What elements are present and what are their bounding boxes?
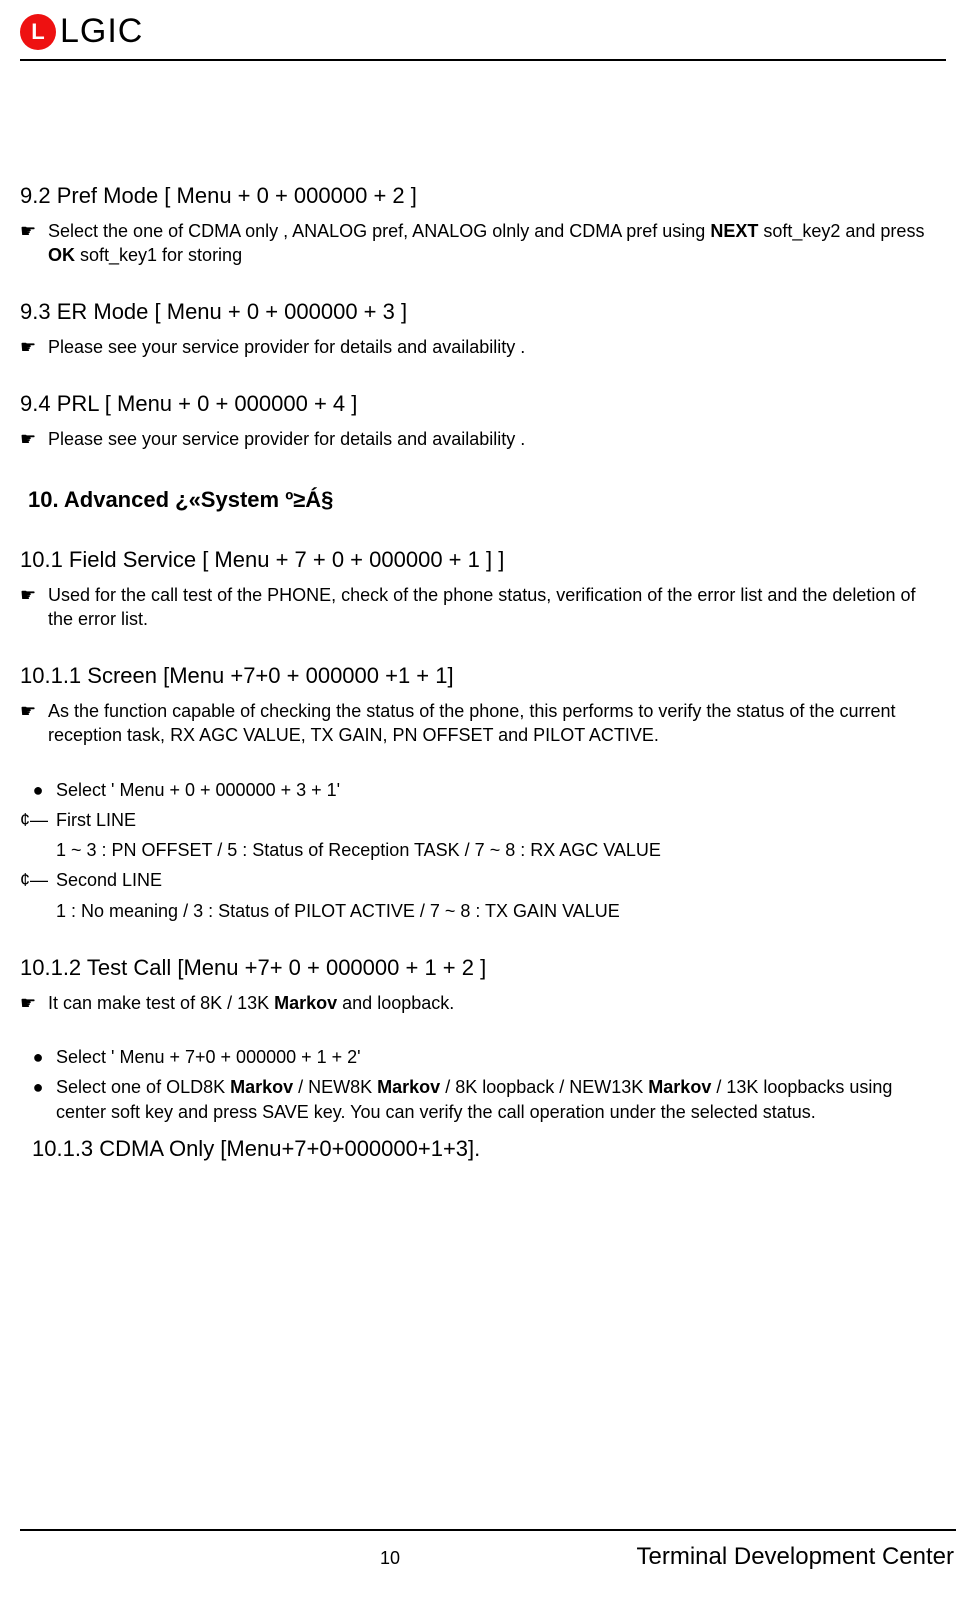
- text: / 8K loopback / NEW13K: [440, 1077, 648, 1097]
- section-10-1-1-line2-label: ¢— Second LINE: [20, 868, 936, 892]
- disc-bullet-icon: ●: [20, 1075, 56, 1099]
- section-10-1-1-bullet1: ● Select ' Menu + 0 + 000000 + 3 + 1': [20, 778, 936, 802]
- hand-bullet-icon: ☛: [20, 427, 48, 451]
- bullet-text: Select ' Menu + 7+0 + 000000 + 1 + 2': [56, 1045, 936, 1069]
- document-footer: 10 Terminal Development Center: [20, 1529, 956, 1571]
- hand-bullet-icon: ☛: [20, 583, 48, 607]
- section-10-1-title: 10.1 Field Service [ Menu + 7 + 0 + 0000…: [20, 545, 936, 575]
- bold-ok: OK: [48, 245, 75, 265]
- brand-text: LGIC: [60, 12, 143, 51]
- text: soft_key2 and press: [758, 221, 924, 241]
- section-10-1-2-bullet2: ● Select one of OLD8K Markov / NEW8K Mar…: [20, 1075, 936, 1124]
- section-9-4-item: ☛ Please see your service provider for d…: [20, 427, 936, 451]
- bold-next: NEXT: [710, 221, 758, 241]
- line1-label: First LINE: [56, 808, 936, 832]
- disc-bullet-icon: ●: [20, 1045, 56, 1069]
- lg-logo-icon: L: [20, 14, 56, 50]
- footer-divider: [20, 1529, 956, 1531]
- text: Select one of OLD8K: [56, 1077, 230, 1097]
- text: soft_key1 for storing: [75, 245, 242, 265]
- brace-bullet-icon: ¢—: [20, 868, 56, 892]
- document-header: L LGIC: [20, 12, 946, 51]
- section-9-2-title: 9.2 Pref Mode [ Menu + 0 + 000000 + 2 ]: [20, 181, 936, 211]
- text: Select the one of CDMA only , ANALOG pre…: [48, 221, 710, 241]
- section-10-1-item: ☛ Used for the call test of the PHONE, c…: [20, 583, 936, 632]
- section-9-4-title: 9.4 PRL [ Menu + 0 + 000000 + 4 ]: [20, 389, 936, 419]
- brace-bullet-icon: ¢—: [20, 808, 56, 832]
- bullet-text: Select one of OLD8K Markov / NEW8K Marko…: [56, 1075, 936, 1124]
- line2-body: 1 : No meaning / 3 : Status of PILOT ACT…: [56, 899, 936, 923]
- section-10-heading: 10. Advanced ¿«System º≥Á§: [28, 485, 936, 515]
- footer-center-text: Terminal Development Center: [637, 1543, 954, 1571]
- line1-body: 1 ~ 3 : PN OFFSET / 5 : Status of Recept…: [56, 838, 936, 862]
- page: L LGIC 9.2 Pref Mode [ Menu + 0 + 000000…: [0, 0, 956, 1599]
- section-9-4-text: Please see your service provider for det…: [48, 427, 936, 451]
- section-10-1-2-item: ☛ It can make test of 8K / 13K Markov an…: [20, 991, 936, 1015]
- section-10-1-text: Used for the call test of the PHONE, che…: [48, 583, 936, 632]
- hand-bullet-icon: ☛: [20, 219, 48, 243]
- page-number: 10: [380, 1548, 400, 1569]
- spacer: [20, 1021, 936, 1039]
- section-9-2-text: Select the one of CDMA only , ANALOG pre…: [48, 219, 936, 268]
- section-9-2-item: ☛ Select the one of CDMA only , ANALOG p…: [20, 219, 936, 268]
- bold-markov: Markov: [648, 1077, 711, 1097]
- section-10-1-1-title: 10.1.1 Screen [Menu +7+0 + 000000 +1 + 1…: [20, 661, 936, 691]
- text: / NEW8K: [293, 1077, 377, 1097]
- section-10-1-1-line1-label: ¢— First LINE: [20, 808, 936, 832]
- section-9-3-item: ☛ Please see your service provider for d…: [20, 335, 936, 359]
- document-body: 9.2 Pref Mode [ Menu + 0 + 000000 + 2 ] …: [20, 61, 946, 1164]
- text: and loopback.: [337, 993, 454, 1013]
- hand-bullet-icon: ☛: [20, 335, 48, 359]
- hand-bullet-icon: ☛: [20, 991, 48, 1015]
- disc-bullet-icon: ●: [20, 778, 56, 802]
- hand-bullet-icon: ☛: [20, 699, 48, 723]
- line2-label: Second LINE: [56, 868, 936, 892]
- text: It can make test of 8K / 13K: [48, 993, 274, 1013]
- bullet-text: Select ' Menu + 0 + 000000 + 3 + 1': [56, 778, 936, 802]
- section-10-1-2-title: 10.1.2 Test Call [Menu +7+ 0 + 000000 + …: [20, 953, 936, 983]
- bold-markov: Markov: [274, 993, 337, 1013]
- section-9-3-title: 9.3 ER Mode [ Menu + 0 + 000000 + 3 ]: [20, 297, 936, 327]
- section-10-1-2-text: It can make test of 8K / 13K Markov and …: [48, 991, 936, 1015]
- bold-markov: Markov: [377, 1077, 440, 1097]
- section-10-1-3-title: 10.1.3 CDMA Only [Menu+7+0+000000+1+3].: [32, 1134, 936, 1164]
- section-10-1-1-text: As the function capable of checking the …: [48, 699, 936, 748]
- footer-line: 10 Terminal Development Center: [20, 1543, 956, 1571]
- section-10-1-1-item: ☛ As the function capable of checking th…: [20, 699, 936, 748]
- section-9-3-text: Please see your service provider for det…: [48, 335, 936, 359]
- bold-markov: Markov: [230, 1077, 293, 1097]
- spacer: [20, 754, 936, 772]
- section-10-1-2-bullet1: ● Select ' Menu + 7+0 + 000000 + 1 + 2': [20, 1045, 936, 1069]
